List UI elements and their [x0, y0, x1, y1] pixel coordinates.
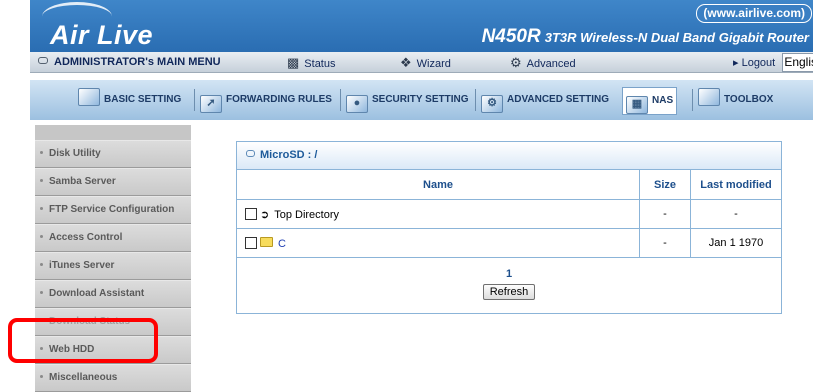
menu-advanced[interactable]: ⚙ Advanced [510, 55, 576, 71]
bullet-icon [40, 263, 43, 266]
tab-forwarding-rules[interactable]: ➚ FORWARDING RULES [200, 87, 332, 113]
sidebar-item-label: Samba Server [49, 176, 116, 187]
language-select[interactable]: English [782, 53, 813, 72]
logout-link[interactable]: ▸ Logout [733, 56, 775, 69]
sidebar-item-label: Disk Utility [49, 148, 101, 159]
table-header-row: Name Size Last modified [237, 170, 781, 200]
tab-basic-setting[interactable]: BASIC SETTING [78, 87, 181, 113]
current-path: MicroSD : / [260, 149, 318, 161]
sidebar-item-download-assistant[interactable]: Download Assistant [35, 280, 191, 308]
forwarding-icon: ➚ [200, 95, 222, 113]
advanced-setting-icon: ⚙ [481, 95, 503, 113]
website-link[interactable]: (www.airlive.com) [696, 4, 812, 23]
folder-link[interactable]: C [278, 238, 286, 250]
refresh-button[interactable]: Refresh [482, 284, 536, 300]
path-bullet-icon [246, 150, 255, 157]
sidebar-item-miscellaneous[interactable]: Miscellaneous [35, 364, 191, 392]
tab-label: FORWARDING RULES [226, 94, 332, 105]
menu-bullet-icon [38, 57, 48, 64]
bullet-icon [40, 179, 43, 182]
sidebar-item-label: Access Control [49, 232, 123, 243]
file-browser-panel: MicroSD : / Name Size Last modified ➲ Top… [236, 141, 782, 314]
sidebar-item-itunes-server[interactable]: iTunes Server [35, 252, 191, 280]
menu-status-label: Status [304, 58, 336, 70]
file-modified-cell: Jan 1 1970 [690, 228, 781, 258]
top-directory-link[interactable]: Top Directory [274, 209, 339, 221]
row-checkbox[interactable] [245, 236, 257, 249]
sidebar-header [35, 125, 191, 140]
tab-advanced-setting[interactable]: ⚙ ADVANCED SETTING [481, 87, 609, 113]
main-menu-bar: ADMINISTRATOR's MAIN MENU ▩ Status ❖ Wizar… [30, 52, 813, 73]
nas-icon: ▦ [626, 96, 648, 114]
tab-security-setting[interactable]: ● SECURITY SETTING [346, 87, 469, 113]
tab-toolbox[interactable]: TOOLBOX [698, 87, 773, 113]
tab-label: SECURITY SETTING [372, 94, 469, 105]
admin-main-menu-label: ADMINISTRATOR's MAIN MENU [54, 56, 221, 68]
tab-divider [692, 89, 693, 111]
sidebar-item-label: iTunes Server [49, 260, 115, 271]
airlive-logo: Air Live [50, 20, 154, 50]
file-name-cell: C [237, 228, 640, 258]
tab-label: NAS [652, 95, 674, 106]
menu-status[interactable]: ▩ Status [287, 55, 335, 71]
file-size-cell: - [639, 199, 691, 229]
tab-divider [475, 89, 476, 111]
path-header: MicroSD : / [237, 142, 781, 170]
up-directory-icon: ➲ [260, 208, 270, 221]
tab-nas[interactable]: ▦ NAS [622, 87, 678, 115]
tab-label: BASIC SETTING [104, 94, 182, 105]
sidebar-item-label: FTP Service Configuration [49, 204, 175, 215]
sidebar-item-access-control[interactable]: Access Control [35, 224, 191, 252]
sidebar-item-ftp-service[interactable]: FTP Service Configuration [35, 196, 191, 224]
highlight-box [8, 318, 158, 363]
security-icon: ● [346, 95, 368, 113]
header-banner: Air Live (www.airlive.com) N450R 3T3R Wir… [30, 0, 813, 52]
model-description: 3T3R Wireless-N Dual Band Gigabit Router [544, 30, 809, 45]
model-name: N450R [481, 26, 541, 47]
column-name-header[interactable]: Name [237, 170, 640, 200]
sidebar-item-label: Miscellaneous [49, 372, 118, 383]
tab-divider [340, 89, 341, 111]
folder-icon [260, 236, 273, 247]
column-size-header[interactable]: Size [639, 170, 691, 200]
bullet-icon [40, 207, 43, 210]
page-number[interactable]: 1 [237, 258, 781, 280]
file-name-cell: ➲ Top Directory [237, 199, 640, 229]
tab-label: TOOLBOX [724, 94, 774, 105]
bullet-icon [40, 375, 43, 378]
sidebar-item-samba-server[interactable]: Samba Server [35, 168, 191, 196]
bullet-icon [40, 235, 43, 238]
file-table: Name Size Last modified ➲ Top Directory -… [237, 170, 781, 258]
row-checkbox[interactable] [245, 207, 257, 220]
menu-wizard-label: Wizard [416, 58, 451, 70]
column-modified-header[interactable]: Last modified [690, 170, 781, 200]
bullet-icon [40, 151, 43, 154]
wizard-icon: ❖ [400, 55, 412, 70]
menu-wizard[interactable]: ❖ Wizard [400, 55, 451, 71]
admin-main-menu[interactable]: ADMINISTRATOR's MAIN MENU [38, 56, 221, 68]
folder-icon [78, 88, 100, 106]
table-row: C - Jan 1 1970 [237, 228, 781, 258]
sidebar-item-label: Download Assistant [49, 288, 145, 299]
file-size-cell: - [639, 228, 691, 258]
table-row: ➲ Top Directory - - [237, 199, 781, 229]
pagination-footer: 1 Refresh [237, 258, 781, 313]
logout-label: Logout [741, 57, 776, 69]
file-modified-cell: - [690, 199, 781, 229]
sidebar-item-disk-utility[interactable]: Disk Utility [35, 140, 191, 168]
status-icon: ▩ [287, 55, 300, 70]
model-title: N450R 3T3R Wireless-N Dual Band Gigabit R… [482, 26, 809, 48]
advanced-icon: ⚙ [510, 55, 522, 70]
folder-icon [698, 88, 720, 106]
menu-advanced-label: Advanced [526, 58, 576, 70]
tab-divider [194, 89, 195, 111]
tab-bar: BASIC SETTING ➚ FORWARDING RULES ● SECURIT… [30, 80, 813, 120]
bullet-icon [40, 291, 43, 294]
tab-label: ADVANCED SETTING [507, 94, 610, 105]
